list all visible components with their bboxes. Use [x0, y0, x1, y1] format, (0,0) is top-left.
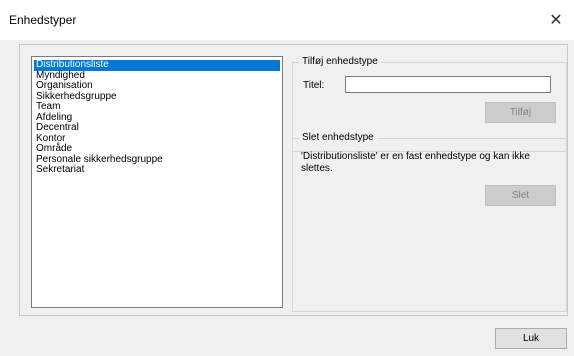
add-button[interactable]: Tilføj	[485, 102, 556, 123]
close-icon[interactable]: ✕	[538, 0, 574, 40]
titel-input[interactable]	[345, 76, 551, 93]
titel-label: Titel:	[303, 80, 325, 91]
list-item[interactable]: Distributionsliste	[34, 59, 280, 71]
dialog-body: Distributionsliste Myndighed Organisatio…	[0, 40, 574, 356]
list-item[interactable]: Område	[34, 143, 280, 155]
list-item[interactable]: Team	[34, 101, 280, 113]
list-item[interactable]: Organisation	[34, 80, 280, 92]
delete-group-legend: Slet enhedstype	[299, 132, 377, 144]
title-bar: Enhedstyper ✕	[0, 0, 574, 40]
delete-button[interactable]: Slet	[485, 185, 556, 206]
dialog-title: Enhedstyper	[9, 13, 77, 27]
list-item[interactable]: Sikkerhedsgruppe	[34, 91, 280, 103]
delete-unit-type-group: Slet enhedstype 'Distributionsliste' er …	[292, 132, 567, 312]
close-button[interactable]: Luk	[495, 328, 567, 349]
unit-type-list[interactable]: Distributionsliste Myndighed Organisatio…	[31, 56, 283, 308]
dialog-window: Enhedstyper ✕ Distributionsliste Myndigh…	[0, 0, 574, 356]
list-item[interactable]: Sekretariat	[34, 164, 280, 176]
add-group-legend: Tilføj enhedstype	[299, 56, 381, 68]
delete-message: 'Distributionsliste' er en fast enhedsty…	[301, 151, 530, 174]
list-item[interactable]: Decentral	[34, 122, 280, 134]
